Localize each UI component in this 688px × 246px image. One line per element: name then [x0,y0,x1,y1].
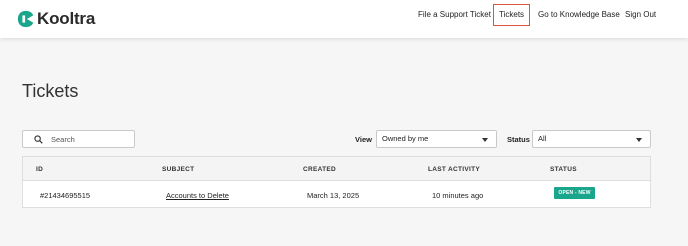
status-badge: OPEN - NEW [554,187,595,199]
column-header-status: STATUS [550,166,577,173]
ticket-id: #21434695515 [40,191,91,200]
search-input[interactable] [51,134,131,144]
chevron-down-icon [636,138,642,142]
status-select[interactable]: All [532,130,651,148]
column-header-subject: SUBJECT [162,166,195,173]
nav-file-support-ticket[interactable]: File a Support Ticket [418,0,491,38]
status-filter-label: Status [507,135,530,144]
top-header: Kooltra File a Support Ticket Tickets Go… [0,0,688,38]
ticket-created: March 13, 2025 [307,191,360,200]
table-header: ID SUBJECT CREATED LAST ACTIVITY STATUS [23,157,650,181]
ticket-subject-link[interactable]: Accounts to Delete [166,191,229,200]
view-filter-label: View [355,135,372,144]
ticket-last-activity: 10 minutes ago [432,191,484,200]
search-icon [34,134,43,144]
status-select-value: All [538,134,547,143]
kooltra-logo[interactable]: Kooltra [17,9,95,29]
search-box[interactable] [22,130,135,148]
brand-name: Kooltra [37,9,96,28]
kooltra-logo-icon [17,10,34,28]
view-select-value: Owned by me [382,134,429,143]
column-header-id: ID [36,166,44,173]
page-title: Tickets [22,81,79,101]
nav-tickets[interactable]: Tickets [493,4,531,26]
nav-sign-out[interactable]: Sign Out [625,0,656,38]
view-select[interactable]: Owned by me [376,130,497,148]
nav-knowledge-base[interactable]: Go to Knowledge Base [538,0,620,38]
chevron-down-icon [482,138,488,142]
column-header-last-activity: LAST ACTIVITY [428,166,481,173]
tickets-table: ID SUBJECT CREATED LAST ACTIVITY STATUS … [22,156,651,208]
column-header-created: CREATED [303,166,337,173]
